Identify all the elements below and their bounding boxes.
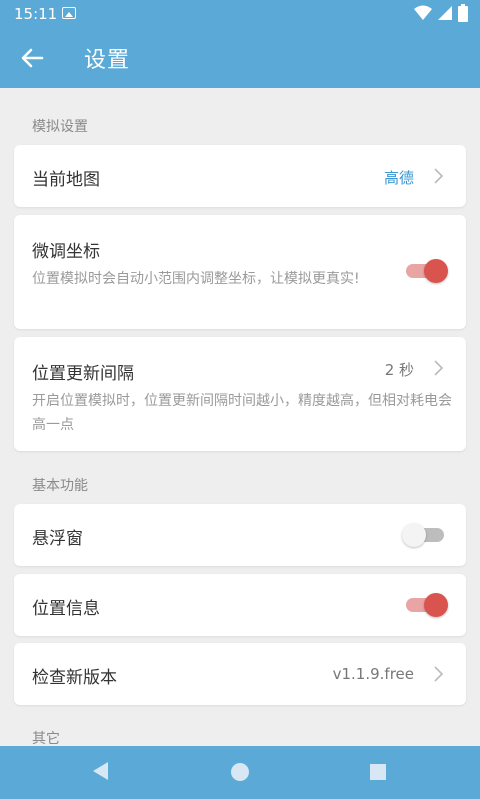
section-header-other: 其它	[32, 731, 60, 746]
page-title: 设置	[84, 48, 131, 73]
section-header-basic: 基本功能	[32, 478, 88, 494]
settings-list[interactable]: 模拟设置 当前地图 高德 微调坐标 位置模拟时会自动小范围内调整坐标，让模拟更真…	[0, 88, 480, 746]
fine-tune-title: 微调坐标	[32, 242, 100, 262]
nav-home-icon[interactable]	[229, 761, 251, 783]
nav-recents-icon[interactable]	[369, 763, 387, 781]
update-interval-description: 开启位置模拟时，位置更新间隔时间越小，精度越高，但相对耗电会高一点	[32, 393, 452, 433]
status-time: 15:11	[14, 5, 58, 23]
battery-icon	[458, 4, 468, 22]
fine-tune-description: 位置模拟时会自动小范围内调整坐标，让模拟更真实!	[32, 271, 360, 287]
check-update-version: v1.1.9.free	[332, 665, 414, 683]
status-icons	[414, 4, 468, 22]
update-interval-value: 2 秒	[384, 361, 414, 379]
toggle-thumb	[424, 593, 448, 617]
chevron-right-icon	[434, 360, 444, 376]
floating-window-title: 悬浮窗	[32, 529, 83, 549]
location-info-title: 位置信息	[32, 599, 100, 619]
update-interval-item[interactable]: 位置更新间隔 2 秒 开启位置模拟时，位置更新间隔时间越小，精度越高，但相对耗电…	[14, 337, 466, 451]
chevron-right-icon	[434, 168, 444, 184]
check-update-item[interactable]: 检查新版本 v1.1.9.free	[14, 643, 466, 705]
chevron-right-icon	[434, 666, 444, 682]
toggle-thumb	[424, 259, 448, 283]
current-map-item[interactable]: 当前地图 高德	[14, 145, 466, 207]
status-bar: 15:11	[0, 0, 480, 28]
image-notification-icon	[62, 7, 76, 19]
nav-back-icon[interactable]	[90, 760, 110, 782]
location-info-toggle[interactable]	[406, 592, 448, 618]
update-interval-title: 位置更新间隔	[32, 364, 134, 384]
back-arrow-icon[interactable]	[18, 44, 46, 72]
current-map-value: 高德	[383, 169, 414, 187]
app-bar: 设置	[0, 28, 480, 88]
wifi-icon	[414, 5, 432, 20]
toggle-thumb	[402, 523, 426, 547]
floating-window-toggle[interactable]	[402, 522, 444, 548]
floating-window-item[interactable]: 悬浮窗	[14, 504, 466, 566]
system-navigation-bar	[0, 746, 480, 799]
section-header-simulation: 模拟设置	[32, 119, 88, 135]
location-info-item[interactable]: 位置信息	[14, 574, 466, 636]
fine-tune-toggle[interactable]	[406, 258, 448, 284]
current-map-title: 当前地图	[32, 170, 100, 190]
fine-tune-coordinates-item[interactable]: 微调坐标 位置模拟时会自动小范围内调整坐标，让模拟更真实!	[14, 215, 466, 329]
check-update-title: 检查新版本	[32, 668, 117, 688]
signal-icon	[438, 6, 452, 20]
